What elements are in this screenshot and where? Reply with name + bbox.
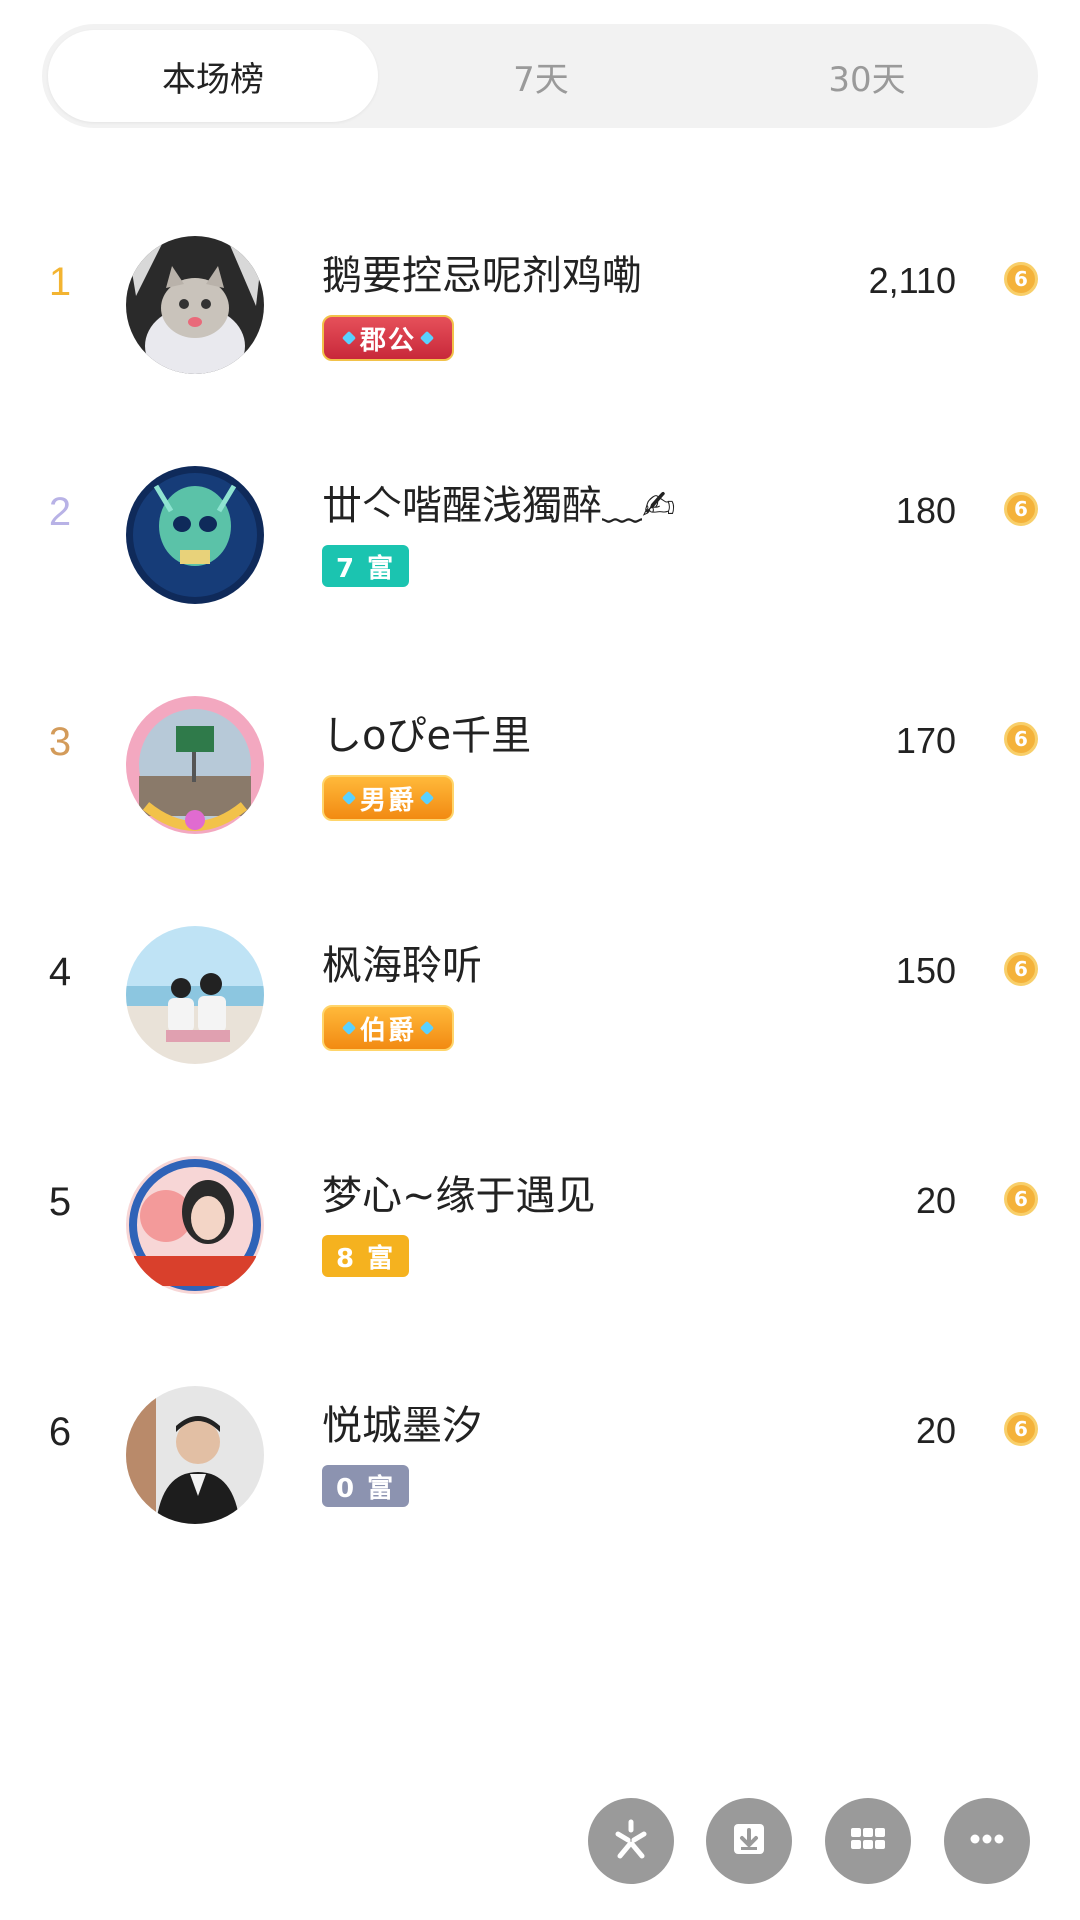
avatar[interactable]: [126, 696, 264, 834]
noble-badge: 伯爵: [322, 1005, 455, 1051]
noble-badge: 男爵: [322, 775, 455, 821]
user-name: 鹅要控忌呢剂鸡嘞: [322, 253, 642, 299]
rank-number: 2: [48, 490, 72, 534]
gem-icon: [419, 1020, 435, 1036]
grid-button[interactable]: [825, 1798, 911, 1884]
rank-number: 1: [48, 260, 72, 304]
more-icon: [964, 1816, 1010, 1866]
score-value: 150: [895, 950, 956, 991]
coin-icon: 6: [1004, 1182, 1038, 1216]
rank-number: 5: [48, 1180, 72, 1224]
score-value: 20: [915, 1180, 956, 1221]
sparkle-button[interactable]: [588, 1798, 674, 1884]
rank-number: 4: [48, 950, 72, 994]
gem-icon: [419, 790, 435, 806]
ranking-row[interactable]: 5 梦心~缘于遇见 8 富 20 6: [0, 1085, 1080, 1315]
rank-number: 6: [48, 1410, 72, 1454]
gem-icon: [341, 1020, 357, 1036]
coin-icon: 6: [1004, 262, 1038, 296]
score-value: 180: [895, 490, 956, 531]
tab-30-days[interactable]: 30天: [702, 30, 1032, 122]
rank-number: 3: [48, 720, 72, 764]
user-name: 悦城墨汐: [322, 1403, 482, 1449]
coin-icon: 6: [1004, 492, 1038, 526]
download-icon: [726, 1816, 772, 1866]
avatar[interactable]: [126, 236, 264, 374]
ranking-row[interactable]: 1 鹅要控忌呢剂鸡嘞 郡公 2,110 6: [0, 165, 1080, 395]
more-button[interactable]: [944, 1798, 1030, 1884]
user-name: 丗亽喈醒浅獨醉﹏✍: [322, 483, 676, 529]
tab-7-days[interactable]: 7天: [376, 30, 706, 122]
user-name: しoぴe千里: [322, 713, 532, 759]
score-value: 170: [895, 720, 956, 761]
sparkle-icon: [608, 1816, 654, 1866]
badge-label: 伯爵: [360, 1015, 417, 1046]
coin-icon: 6: [1004, 1412, 1038, 1446]
avatar[interactable]: [126, 926, 264, 1064]
avatar[interactable]: [126, 1156, 264, 1294]
noble-badge: 郡公: [322, 315, 455, 361]
user-name: 梦心~缘于遇见: [322, 1173, 596, 1219]
coin-icon: 6: [1004, 722, 1038, 756]
wealth-level-badge: 7 富: [322, 545, 410, 587]
ranking-row[interactable]: 3 しoぴe千里 男爵 170 6: [0, 625, 1080, 855]
user-name: 枫海聆听: [322, 943, 482, 989]
ranking-tabs: 本场榜 7天 30天: [42, 24, 1038, 128]
badge-label: 郡公: [360, 325, 417, 356]
gem-icon: [341, 330, 357, 346]
score-value: 2,110: [868, 260, 956, 301]
gem-icon: [341, 790, 357, 806]
ranking-row[interactable]: 4 枫海聆听 伯爵 150 6: [0, 855, 1080, 1085]
ranking-row[interactable]: 6 悦城墨汐 0 富 20 6: [0, 1315, 1080, 1545]
wealth-level-badge: 8 富: [322, 1235, 410, 1277]
grid-icon: [845, 1816, 891, 1866]
gem-icon: [419, 330, 435, 346]
avatar[interactable]: [126, 1386, 264, 1524]
badge-label: 男爵: [360, 785, 417, 816]
ranking-row[interactable]: 2 丗亽喈醒浅獨醉﹏✍ 7 富 180 6: [0, 395, 1080, 625]
wealth-level-badge: 0 富: [322, 1465, 410, 1507]
coin-icon: 6: [1004, 952, 1038, 986]
avatar[interactable]: [126, 466, 264, 604]
tab-this-session[interactable]: 本场榜: [48, 30, 378, 122]
score-value: 20: [915, 1410, 956, 1451]
download-button[interactable]: [706, 1798, 792, 1884]
